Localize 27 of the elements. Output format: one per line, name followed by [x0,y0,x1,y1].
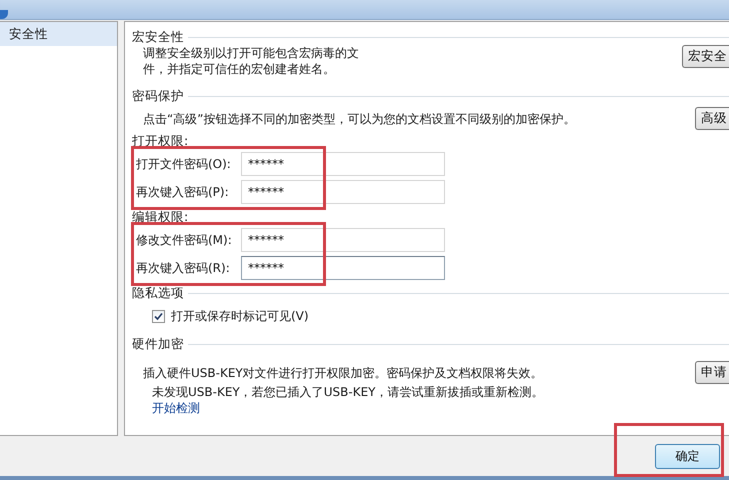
section-title: 隐私选项 [132,284,184,302]
status-text: 未发现USB-KEY，若您已插入了USB-KEY，请尝试重新拔插或重新检测。 [151,384,544,400]
field-label: 打开文件密码(O): [136,156,232,172]
section-button[interactable]: 申请 [695,361,729,384]
description-text: 调整安全级别以打开可能包含宏病毒的文 [143,45,359,61]
checkbox-label: 打开或保存时标记可见(V) [171,308,309,325]
field-label: 再次键入密码(P): [136,184,230,200]
section-title: 硬件加密 [132,336,184,352]
app-icon [0,10,8,19]
description-text: 件，并指定可信任的宏创建者姓名。 [143,61,336,77]
section-button[interactable]: 高级 [695,107,729,130]
password-field[interactable]: ****** [241,152,445,176]
sidebar-item[interactable]: 安全性 [0,22,117,46]
field-label: 修改文件密码(M): [136,232,233,248]
section-title: 密码保护 [132,88,184,104]
field-label: 再次键入密码(R): [136,260,231,276]
description-text: 点击“高级”按钮选择不同的加密类型，可以为您的文档设置不同级别的加密保护。 [142,110,576,126]
description-text: 插入硬件USB-KEY对文件进行打开权限加密。密码保护及文档权限将失效。 [142,364,543,380]
section-button[interactable]: 宏安全 [682,45,729,68]
section-title: 编辑权限: [132,208,188,226]
password-field[interactable]: ****** [241,180,445,204]
start-detection-link[interactable]: 开始检测 [142,400,729,416]
password-field[interactable]: ****** [241,228,445,252]
ok-button[interactable]: 确定 [655,444,720,468]
section-title: 宏安全性 [132,28,184,46]
checkbox[interactable] [152,310,165,323]
password-field[interactable]: ****** [241,256,445,280]
